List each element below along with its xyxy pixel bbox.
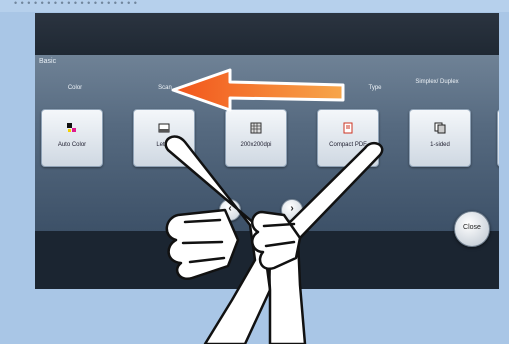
swipe-left-arrow-icon bbox=[171, 68, 345, 112]
gesture-overlay bbox=[164, 68, 384, 344]
crossed-hands-icon bbox=[164, 135, 384, 344]
